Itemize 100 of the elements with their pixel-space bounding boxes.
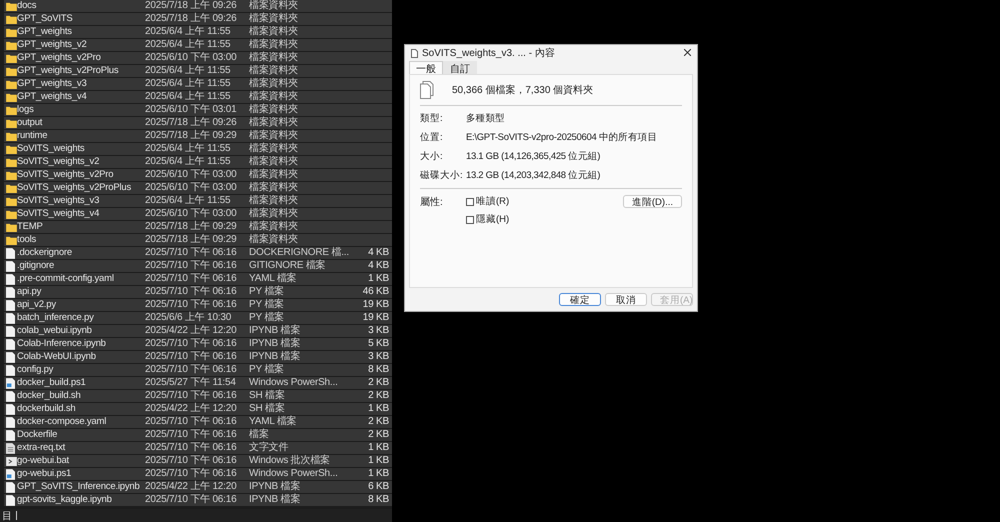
file-date: 2025/7/10 下午 06:16 <box>145 364 238 376</box>
file-type: IPYNB 檔案 <box>249 338 302 350</box>
dialog-button[interactable]: 取消 <box>605 293 647 306</box>
tab[interactable]: 自訂 <box>443 61 477 74</box>
folder-icon <box>6 170 17 180</box>
file-row[interactable]: GPT_SoVITS 2025/7/18 上午 09:26 檔案資料夾 <box>4 13 392 25</box>
file-row[interactable]: extra-req.txt 2025/7/10 下午 06:16 文字文件 1 KB <box>4 442 392 454</box>
file-row[interactable]: runtime 2025/7/18 上午 09:29 檔案資料夾 <box>4 130 392 142</box>
file-size: 5 KB <box>367 338 389 350</box>
file-name: GPT_SoVITS <box>17 13 74 25</box>
file-name: docker-compose.yaml <box>17 416 108 428</box>
file-date: 2025/6/10 下午 03:00 <box>145 208 238 220</box>
dialog-button[interactable]: 確定 <box>559 293 601 306</box>
attribute-checkbox[interactable]: 唯讀(R) <box>466 195 623 208</box>
file-type: 檔案資料夾 <box>249 91 300 103</box>
file-type: 檔案資料夾 <box>249 208 300 220</box>
file-row[interactable]: .gitignore 2025/7/10 下午 06:16 GITIGNORE 檔案 4 KB <box>4 260 392 272</box>
folder-icon <box>6 236 17 244</box>
file-row[interactable]: GPT_weights_v2ProPlus 2025/6/4 上午 11:55 檔案資料夾 <box>4 65 392 77</box>
file-row[interactable]: SoVITS_weights_v2Pro 2025/6/10 下午 03:00 檔案資料夾 <box>4 169 392 181</box>
file-row[interactable]: docker-compose.yaml 2025/7/10 下午 06:16 YAML 檔案 2 KB <box>4 416 392 428</box>
property-label: 類型: <box>420 112 444 125</box>
file-name: output <box>17 117 44 129</box>
file-row[interactable]: GPT_weights_v3 2025/6/4 上午 11:55 檔案資料夾 <box>4 78 392 90</box>
file-icon <box>6 248 15 258</box>
folder-icon <box>6 210 17 218</box>
file-row[interactable]: .dockerignore 2025/7/10 下午 06:16 DOCKERIGNORE 檔... 4 KB <box>4 247 392 259</box>
file-date: 2025/7/10 下午 06:16 <box>145 286 238 298</box>
close-button[interactable] <box>684 48 691 58</box>
file-date: 2025/7/10 下午 06:16 <box>145 429 238 441</box>
file-name: Dockerfile <box>17 429 58 441</box>
file-icon <box>6 390 15 402</box>
file-size: 19 KB <box>362 312 389 324</box>
file-row[interactable]: docker_build.ps1 2025/5/27 下午 11:54 Windows PowerSh... 2 KB <box>4 377 392 389</box>
file-row[interactable]: go-webui.ps1 2025/7/10 下午 06:16 Windows PowerSh... 1 KB <box>4 468 392 480</box>
file-row[interactable]: GPT_weights_v4 2025/6/4 上午 11:55 檔案資料夾 <box>4 91 392 103</box>
file-name: GPT_weights_v2ProPlus <box>17 65 120 77</box>
file-date: 2025/6/4 上午 11:55 <box>145 143 232 155</box>
file-type: 檔案資料夾 <box>249 156 300 168</box>
file-row[interactable]: .pre-commit-config.yaml 2025/7/10 下午 06:16 YAML 檔案 1 KB <box>4 273 392 285</box>
file-row[interactable]: Colab-Inference.ipynb 2025/7/10 下午 06:16 IPYNB 檔案 5 KB <box>4 338 392 350</box>
file-row[interactable]: tools 2025/7/18 上午 09:29 檔案資料夾 <box>4 234 392 246</box>
close-icon <box>684 48 691 56</box>
file-row[interactable]: SoVITS_weights_v3 2025/6/4 上午 11:55 檔案資料夾 <box>4 195 392 207</box>
file-row[interactable]: gpt-sovits_kaggle.ipynb 2025/7/10 下午 06:16 IPYNB 檔案 8 KB <box>4 494 392 506</box>
advanced-button[interactable]: 進階(D)... <box>622 195 682 208</box>
file-name: SoVITS_weights_v4 <box>17 208 100 220</box>
file-icon <box>6 416 15 428</box>
file-name: GPT_SoVITS_Inference.ipynb <box>17 481 141 493</box>
file-date: 2025/7/18 上午 09:26 <box>145 117 238 129</box>
file-icon <box>6 312 15 324</box>
file-row[interactable]: docker_build.sh 2025/7/10 下午 06:16 SH 檔案 2 KB <box>4 390 392 402</box>
file-row[interactable]: TEMP 2025/7/18 上午 09:29 檔案資料夾 <box>4 221 392 233</box>
file-row[interactable]: config.py 2025/7/10 下午 06:16 PY 檔案 8 KB <box>4 364 392 376</box>
file-row[interactable]: GPT_SoVITS_Inference.ipynb 2025/4/22 上午 12:20 IPYNB 檔案 6 KB <box>4 481 392 493</box>
file-size: 8 KB <box>367 494 389 506</box>
attribute-checkbox[interactable]: 隱藏(H) <box>466 213 623 226</box>
property-label: 大小: <box>420 150 444 163</box>
script-file-icon <box>6 378 15 388</box>
file-date: 2025/6/4 上午 11:55 <box>145 195 232 207</box>
file-type: SH 檔案 <box>249 390 286 402</box>
file-row[interactable]: SoVITS_weights_v4 2025/6/10 下午 03:00 檔案資料夾 <box>4 208 392 220</box>
file-type: IPYNB 檔案 <box>249 325 302 337</box>
file-row[interactable]: batch_inference.py 2025/6/6 上午 10:30 PY 檔案 19 KB <box>4 312 392 324</box>
file-name: SoVITS_weights_v2 <box>17 156 100 168</box>
file-name: GPT_weights_v3 <box>17 78 88 90</box>
file-row[interactable]: SoVITS_weights_v2 2025/6/4 上午 11:55 檔案資料夾 <box>4 156 392 168</box>
file-type: 檔案資料夾 <box>249 195 300 207</box>
file-row[interactable]: Dockerfile 2025/7/10 下午 06:16 檔案 2 KB <box>4 429 392 441</box>
file-row[interactable]: dockerbuild.sh 2025/4/22 上午 12:20 SH 檔案 1 KB <box>4 403 392 415</box>
file-row[interactable]: colab_webui.ipynb 2025/4/22 上午 12:20 IPYNB 檔案 3 KB <box>4 325 392 337</box>
file-row[interactable]: GPT_weights 2025/6/4 上午 11:55 檔案資料夾 <box>4 26 392 38</box>
file-row[interactable]: GPT_weights_v2Pro 2025/6/10 下午 03:00 檔案資料夾 <box>4 52 392 64</box>
file-icon <box>6 300 15 310</box>
file-row[interactable]: api_v2.py 2025/7/10 下午 06:16 PY 檔案 19 KB <box>4 299 392 311</box>
folder-icon <box>6 196 17 206</box>
item-count: 50,366 個檔案，7,330 個資料夾 <box>452 84 594 97</box>
file-row[interactable]: Colab-WebUI.ipynb 2025/7/10 下午 06:16 IPYNB 檔案 3 KB <box>4 351 392 363</box>
file-date: 2025/7/10 下午 06:16 <box>145 338 238 350</box>
file-icon <box>6 352 15 362</box>
file-type: IPYNB 檔案 <box>249 351 302 363</box>
file-icon <box>6 326 15 336</box>
file-size: 8 KB <box>367 364 389 376</box>
file-type: 檔案資料夾 <box>249 234 300 246</box>
file-row[interactable]: go-webui.bat 2025/7/10 下午 06:16 Windows 批次檔案 1 KB <box>4 455 392 467</box>
file-name: gpt-sovits_kaggle.ipynb <box>17 494 113 506</box>
file-row[interactable]: output 2025/7/18 上午 09:26 檔案資料夾 <box>4 117 392 129</box>
file-date: 2025/7/18 上午 09:26 <box>145 13 238 25</box>
file-date: 2025/4/22 上午 12:20 <box>145 481 238 493</box>
file-row[interactable]: SoVITS_weights 2025/6/4 上午 11:55 檔案資料夾 <box>4 143 392 155</box>
batch-file-icon <box>6 456 17 466</box>
file-name: dockerbuild.sh <box>17 403 76 415</box>
file-type: 檔案資料夾 <box>249 130 300 142</box>
file-row[interactable]: GPT_weights_v2 2025/6/4 上午 11:55 檔案資料夾 <box>4 39 392 51</box>
file-icon <box>6 482 15 492</box>
tab[interactable]: 一般 <box>409 61 443 74</box>
file-row[interactable]: SoVITS_weights_v2ProPlus 2025/6/10 下午 03:00 檔案資料夾 <box>4 182 392 194</box>
file-type: 檔案資料夾 <box>249 39 300 51</box>
file-row[interactable]: logs 2025/6/10 下午 03:01 檔案資料夾 <box>4 104 392 116</box>
file-row[interactable]: api.py 2025/7/10 下午 06:16 PY 檔案 46 KB <box>4 286 392 298</box>
